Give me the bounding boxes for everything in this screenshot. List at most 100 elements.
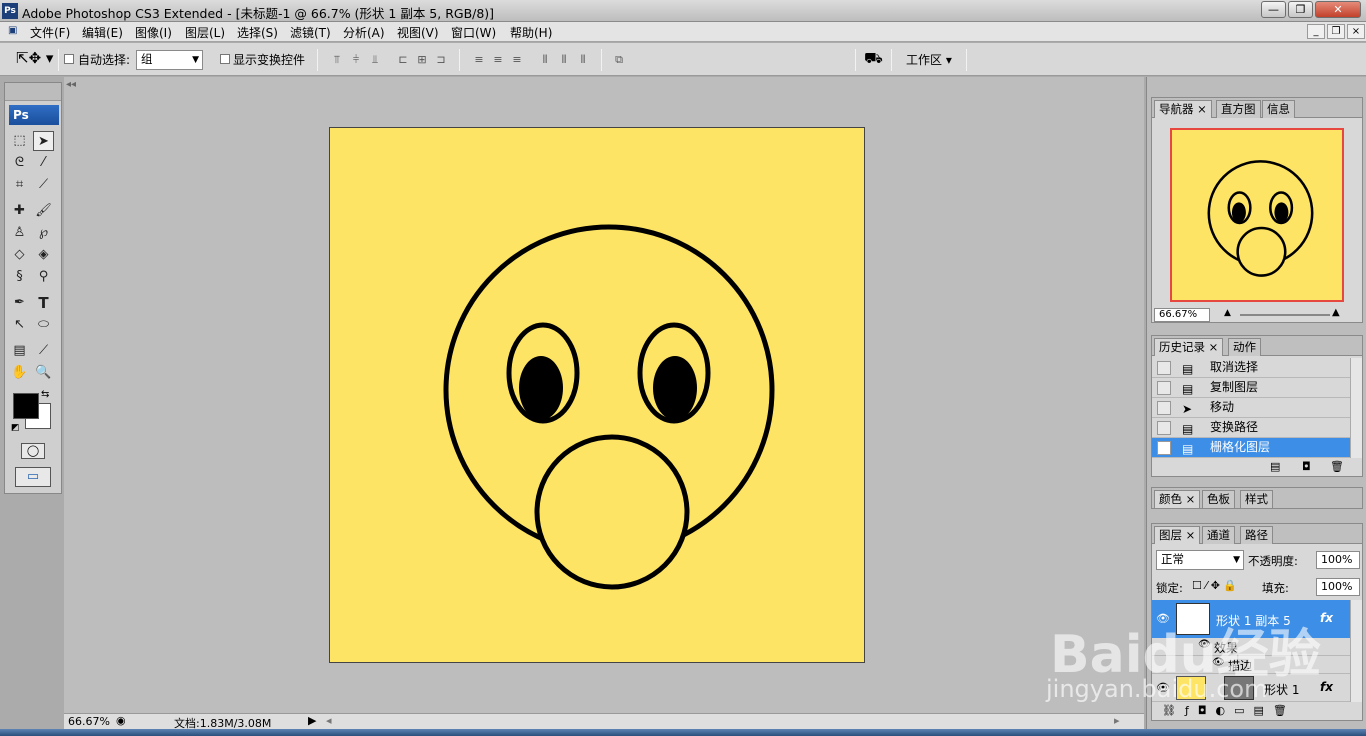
- eyedropper-icon[interactable]: ⟋: [33, 341, 54, 361]
- show-transform-checkbox[interactable]: [220, 54, 230, 64]
- align-right-icon[interactable]: ⊐: [434, 53, 448, 66]
- blur-icon[interactable]: §: [9, 267, 30, 287]
- dodge-icon[interactable]: ⚲: [33, 267, 54, 287]
- blend-mode-dropdown[interactable]: 正常 ▼: [1156, 550, 1244, 570]
- zoom-readout[interactable]: 66.67%: [68, 715, 110, 728]
- tab-swatches[interactable]: 色板: [1202, 490, 1235, 508]
- align-top-icon[interactable]: ⫪: [330, 53, 344, 66]
- menu-window[interactable]: 窗口(W): [451, 24, 496, 41]
- close-icon[interactable]: ×: [1197, 102, 1207, 116]
- ellipse-icon[interactable]: ⬭: [33, 315, 54, 335]
- brush-icon[interactable]: 🖌: [33, 201, 54, 221]
- stamp-icon[interactable]: ♙: [9, 223, 30, 243]
- layers-scrollbar[interactable]: [1350, 600, 1362, 702]
- document-canvas[interactable]: [329, 127, 865, 663]
- maximize-button[interactable]: ❐: [1288, 1, 1313, 18]
- history-item-selected[interactable]: ▤ 栅格化图层: [1152, 438, 1350, 458]
- opacity-field[interactable]: 100%: [1316, 551, 1360, 569]
- tab-histogram[interactable]: 直方图: [1216, 100, 1261, 118]
- auto-align-icon[interactable]: ⧉: [612, 53, 626, 66]
- tab-channels[interactable]: 通道: [1202, 526, 1235, 544]
- menu-edit[interactable]: 编辑(E): [82, 24, 123, 41]
- tab-layers[interactable]: 图层 ×: [1154, 526, 1201, 544]
- scroll-right-icon[interactable]: ▸: [1114, 714, 1120, 727]
- align-hcenter-icon[interactable]: ⊞: [415, 53, 429, 66]
- tab-actions[interactable]: 动作: [1228, 338, 1261, 356]
- menu-view[interactable]: 视图(V): [397, 24, 439, 41]
- distribute-hcenter-icon[interactable]: ⦀: [557, 53, 571, 66]
- type-icon[interactable]: T: [33, 293, 54, 313]
- collapse-icon[interactable]: ◂◂: [66, 79, 76, 90]
- doc-close-button[interactable]: ×: [1347, 24, 1365, 39]
- tab-info[interactable]: 信息: [1262, 100, 1295, 118]
- workspace-button[interactable]: 工作区 ▾: [906, 51, 952, 68]
- swap-colors-icon[interactable]: ⇆: [41, 389, 49, 400]
- zoom-slider[interactable]: [1240, 314, 1330, 316]
- slice-icon[interactable]: ⟋: [33, 175, 54, 195]
- bridge-icon[interactable]: ⛟: [864, 49, 883, 69]
- tab-paths[interactable]: 路径: [1240, 526, 1273, 544]
- close-icon[interactable]: ×: [1186, 528, 1196, 542]
- pen-icon[interactable]: ✒: [9, 293, 30, 313]
- healing-icon[interactable]: ✚: [9, 201, 30, 221]
- close-icon[interactable]: ×: [1186, 492, 1196, 506]
- tab-styles[interactable]: 样式: [1240, 490, 1273, 508]
- zoom-icon[interactable]: 🔍: [33, 363, 54, 383]
- quick-mask-icon[interactable]: ◯: [21, 443, 45, 459]
- default-colors-icon[interactable]: ◩: [11, 423, 20, 433]
- tab-color[interactable]: 颜色 ×: [1154, 490, 1201, 508]
- scroll-left-icon[interactable]: ◂: [326, 714, 332, 727]
- history-brush-icon[interactable]: ℘: [33, 223, 54, 243]
- close-button[interactable]: ✕: [1315, 1, 1361, 18]
- distribute-vcenter-icon[interactable]: ≡: [491, 53, 505, 66]
- auto-select-dropdown[interactable]: 组 ▼: [136, 50, 203, 70]
- menu-layer[interactable]: 图层(L): [185, 24, 225, 41]
- menu-help[interactable]: 帮助(H): [510, 24, 552, 41]
- paint-bucket-icon[interactable]: ◈: [33, 245, 54, 265]
- trash-icon[interactable]: 🗑: [1330, 460, 1344, 473]
- doc-icon[interactable]: ▣: [8, 25, 17, 36]
- menu-select[interactable]: 选择(S): [237, 24, 278, 41]
- magic-wand-icon[interactable]: ⁄: [33, 153, 54, 173]
- lock-icons[interactable]: ☐ ⁄ ✥ 🔒: [1192, 579, 1237, 592]
- layer-actions-icons[interactable]: ⛓ƒ◘◐▭▤🗑: [1162, 704, 1296, 717]
- menu-file[interactable]: 文件(F): [30, 24, 70, 41]
- minimize-button[interactable]: —: [1261, 1, 1286, 18]
- crop-icon[interactable]: ⌗: [9, 175, 30, 195]
- doc-restore-button[interactable]: ❐: [1327, 24, 1345, 39]
- history-item[interactable]: ➤ 移动: [1152, 398, 1350, 418]
- navigator-preview[interactable]: [1170, 128, 1344, 302]
- menu-image[interactable]: 图像(I): [135, 24, 172, 41]
- status-menu-arrow-icon[interactable]: ▶: [308, 714, 316, 727]
- distribute-right-icon[interactable]: ⦀: [576, 53, 590, 66]
- status-icon[interactable]: ◉: [116, 714, 126, 727]
- path-select-icon[interactable]: ↖: [9, 315, 30, 335]
- eraser-icon[interactable]: ◇: [9, 245, 30, 265]
- auto-select-checkbox[interactable]: [64, 54, 74, 64]
- zoom-out-icon[interactable]: ▲: [1224, 308, 1231, 318]
- align-vcenter-icon[interactable]: ⫩: [349, 53, 363, 66]
- menu-filter[interactable]: 滤镜(T): [290, 24, 331, 41]
- lasso-icon[interactable]: ᘓ: [9, 153, 30, 173]
- hand-icon[interactable]: ✋: [9, 363, 30, 383]
- doc-minimize-button[interactable]: _: [1307, 24, 1325, 39]
- screen-mode-icon[interactable]: ▭: [15, 467, 51, 487]
- fill-field[interactable]: 100%: [1316, 578, 1360, 596]
- foreground-color-swatch[interactable]: [13, 393, 39, 419]
- menu-analysis[interactable]: 分析(A): [343, 24, 385, 41]
- new-document-icon[interactable]: ▤: [1270, 460, 1280, 473]
- navigator-zoom-field[interactable]: 66.67%: [1154, 308, 1210, 322]
- distribute-bottom-icon[interactable]: ≡: [510, 53, 524, 66]
- history-scrollbar[interactable]: [1350, 358, 1362, 458]
- align-left-icon[interactable]: ⊏: [396, 53, 410, 66]
- notes-icon[interactable]: ▤: [9, 341, 30, 361]
- move-tool-preset-icon[interactable]: ⇱✥ ▾: [16, 49, 53, 67]
- new-snapshot-icon[interactable]: ◘: [1302, 460, 1311, 473]
- marquee-icon[interactable]: ⬚: [9, 131, 30, 151]
- history-item[interactable]: ▤ 变换路径: [1152, 418, 1350, 438]
- align-bottom-icon[interactable]: ⫫: [368, 53, 382, 66]
- tab-navigator[interactable]: 导航器 ×: [1154, 100, 1212, 118]
- history-item[interactable]: ▤ 取消选择: [1152, 358, 1350, 378]
- distribute-left-icon[interactable]: ⦀: [538, 53, 552, 66]
- zoom-in-icon[interactable]: ▲: [1332, 307, 1340, 318]
